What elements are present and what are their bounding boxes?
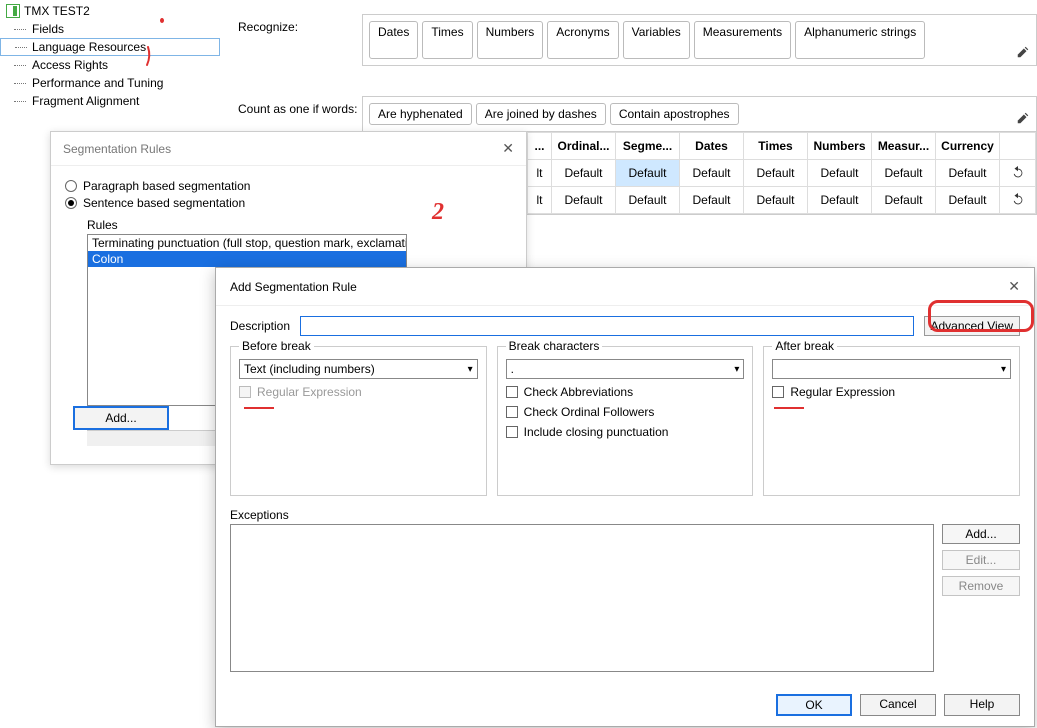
group-title: Before break [239, 339, 314, 353]
after-break-group: After break ▾ Regular Expression [763, 346, 1020, 496]
col-times[interactable]: Times [744, 133, 808, 160]
radio-sentence[interactable]: Sentence based segmentation [65, 196, 512, 210]
undo-icon[interactable] [1000, 160, 1036, 187]
ok-button[interactable]: OK [776, 694, 852, 716]
description-input[interactable] [300, 316, 913, 336]
tree-item-performance[interactable]: Performance and Tuning [0, 74, 220, 92]
dialog-title: Segmentation Rules [63, 142, 171, 156]
description-label: Description [230, 319, 290, 333]
recognize-box[interactable]: Dates Times Numbers Acronyms Variables M… [362, 14, 1037, 66]
exceptions-listbox[interactable] [230, 524, 934, 672]
col-ordinal[interactable]: Ordinal... [552, 133, 616, 160]
token-acronyms[interactable]: Acronyms [547, 21, 618, 59]
close-icon[interactable]: ✕ [1008, 278, 1020, 295]
count-label: Count as one if words: [238, 96, 362, 116]
after-regex-checkbox[interactable]: Regular Expression [772, 385, 1011, 399]
token-apostrophes[interactable]: Contain apostrophes [610, 103, 739, 125]
token-hyphenated[interactable]: Are hyphenated [369, 103, 472, 125]
exceptions-label: Exceptions [230, 508, 1020, 522]
group-title: Break characters [506, 339, 603, 353]
tree-item-fields[interactable]: Fields [0, 20, 220, 38]
checkbox-icon [506, 386, 518, 398]
pencil-icon[interactable] [1016, 45, 1030, 59]
radio-paragraph[interactable]: Paragraph based segmentation [65, 179, 512, 193]
col-actions [1000, 133, 1036, 160]
token-dashes[interactable]: Are joined by dashes [476, 103, 606, 125]
checkbox-icon [239, 386, 251, 398]
add-segmentation-rule-dialog: Add Segmentation Rule ✕ Description Adva… [215, 267, 1035, 727]
col-measur[interactable]: Measur... [872, 133, 936, 160]
token-measurements[interactable]: Measurements [694, 21, 791, 59]
break-characters-group: Break characters . ▾ Check Abbreviations… [497, 346, 754, 496]
count-box[interactable]: Are hyphenated Are joined by dashes Cont… [362, 96, 1037, 132]
col-dates[interactable]: Dates [680, 133, 744, 160]
before-regex-checkbox: Regular Expression [239, 385, 478, 399]
settings-table: ... Ordinal... Segme... Dates Times Numb… [526, 131, 1037, 215]
after-break-combo[interactable]: ▾ [772, 359, 1011, 379]
exception-edit-button: Edit... [942, 550, 1020, 570]
token-dates[interactable]: Dates [369, 21, 418, 59]
include-closing-checkbox[interactable]: Include closing punctuation [506, 425, 745, 439]
rules-label: Rules [87, 218, 512, 232]
cancel-button[interactable]: Cancel [860, 694, 936, 716]
list-item[interactable]: Colon [88, 251, 406, 267]
chevron-down-icon: ▾ [468, 364, 473, 375]
token-variables[interactable]: Variables [623, 21, 690, 59]
exception-add-button[interactable]: Add... [942, 524, 1020, 544]
tree-item-language-resources[interactable]: Language Resources [0, 38, 220, 56]
checkbox-icon [506, 426, 518, 438]
token-numbers[interactable]: Numbers [477, 21, 544, 59]
before-break-group: Before break Text (including numbers) ▾ … [230, 346, 487, 496]
table-row[interactable]: lt Default Default Default Default Defau… [528, 160, 1036, 187]
radio-icon [65, 180, 77, 192]
col-segme[interactable]: Segme... [616, 133, 680, 160]
col-firstpartial[interactable]: ... [528, 133, 552, 160]
check-ordinal-checkbox[interactable]: Check Ordinal Followers [506, 405, 745, 419]
chevron-down-icon: ▾ [734, 364, 739, 375]
add-button[interactable]: Add... [73, 406, 169, 430]
dialog-title: Add Segmentation Rule [230, 280, 357, 294]
advanced-view-button[interactable]: Advanced View [924, 316, 1021, 336]
chevron-down-icon: ▾ [1001, 364, 1006, 375]
help-button[interactable]: Help [944, 694, 1020, 716]
exception-remove-button: Remove [942, 576, 1020, 596]
tree-item-access-rights[interactable]: Access Rights [0, 56, 220, 74]
col-numbers[interactable]: Numbers [808, 133, 872, 160]
nav-tree: TMX TEST2 Fields Language Resources Acce… [0, 0, 220, 110]
tree-item-fragment-alignment[interactable]: Fragment Alignment [0, 92, 220, 110]
checkbox-icon [772, 386, 784, 398]
before-break-combo[interactable]: Text (including numbers) ▾ [239, 359, 478, 379]
col-currency[interactable]: Currency [936, 133, 1000, 160]
tree-root[interactable]: TMX TEST2 [0, 0, 220, 20]
token-times[interactable]: Times [422, 21, 472, 59]
radio-icon [65, 197, 77, 209]
group-title: After break [772, 339, 837, 353]
token-alphanumeric[interactable]: Alphanumeric strings [795, 21, 925, 59]
tm-icon [6, 4, 20, 18]
table-row[interactable]: lt Default Default Default Default Defau… [528, 187, 1036, 214]
break-chars-combo[interactable]: . ▾ [506, 359, 745, 379]
checkbox-icon [506, 406, 518, 418]
undo-icon[interactable] [1000, 187, 1036, 214]
recognize-label: Recognize: [238, 14, 362, 34]
pencil-icon[interactable] [1016, 111, 1030, 125]
tree-root-label: TMX TEST2 [24, 4, 90, 18]
list-item[interactable]: Terminating punctuation (full stop, ques… [88, 235, 406, 251]
close-icon[interactable]: ✕ [502, 140, 514, 157]
check-abbrev-checkbox[interactable]: Check Abbreviations [506, 385, 745, 399]
